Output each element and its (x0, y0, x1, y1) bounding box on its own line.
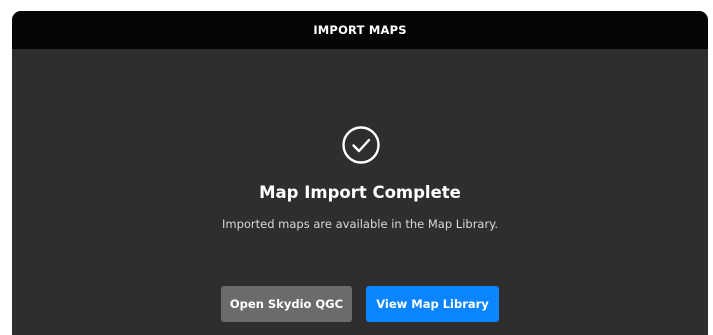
check-circle-icon (342, 126, 380, 164)
import-complete-message: Imported maps are available in the Map L… (221, 217, 499, 231)
view-map-library-button[interactable]: View Map Library (366, 286, 499, 322)
import-complete-heading: Map Import Complete (259, 183, 461, 202)
import-maps-dialog: IMPORT MAPS Map Import Complete Imported… (12, 11, 708, 335)
open-skydio-qgc-button[interactable]: Open Skydio QGC (221, 286, 352, 322)
dialog-header: IMPORT MAPS (12, 11, 708, 49)
dialog-title: IMPORT MAPS (313, 23, 407, 37)
